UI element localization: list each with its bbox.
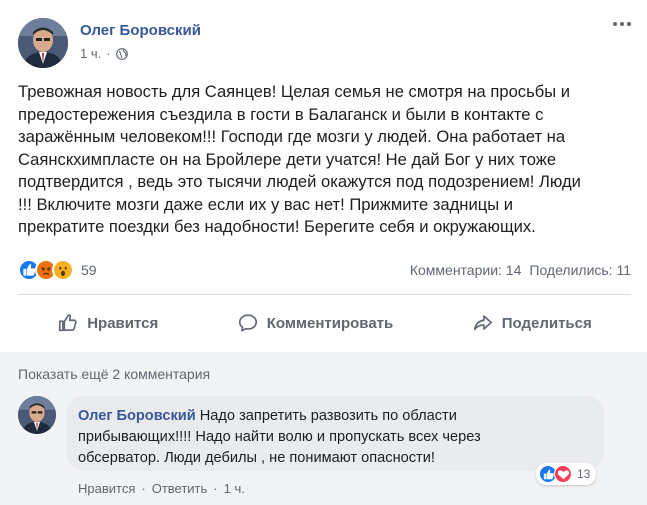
wow-reaction-icon [52, 259, 74, 281]
comments-count-link[interactable]: Комментарии: 14 [410, 262, 522, 278]
reaction-count: 59 [81, 262, 97, 278]
comment-line: Олег Боровский Надо запретить развозить … [78, 406, 592, 427]
shares-count-link[interactable]: Поделились: 11 [529, 262, 631, 278]
avatar-image [18, 396, 56, 434]
post-time[interactable]: 1 ч. [80, 46, 101, 61]
separator-dot: · [213, 481, 218, 496]
show-more-comments-link[interactable]: Показать ещё 2 комментария [18, 366, 210, 382]
comment-line: прибывающих!!!! Надо найти волю и пропус… [78, 429, 481, 445]
post-meta: 1 ч. · [80, 46, 128, 61]
comment-time[interactable]: 1 ч. [224, 481, 245, 496]
post-text-line: подтвердится , ведь это тысячи людей ока… [18, 172, 581, 191]
post-text-line: прекратите поездки без надобности! Берег… [18, 217, 536, 236]
engagement-counts: Комментарии: 14 Поделились: 11 [410, 262, 631, 278]
post-text-line: Тревожная новость для Саянцев! Целая сем… [18, 82, 571, 101]
facebook-post: Олег Боровский 1 ч. · Тревожная новость … [0, 0, 647, 505]
commenter-avatar[interactable] [18, 396, 56, 434]
comment-bubble: Олег Боровский Надо запретить развозить … [66, 396, 604, 471]
share-button[interactable]: Поделиться [460, 304, 604, 342]
post-options-icon[interactable] [613, 22, 631, 26]
post-actions: Нравится Комментировать Поделиться [18, 298, 631, 348]
like-button-label: Нравится [87, 314, 159, 332]
comment-author-name[interactable]: Олег Боровский [78, 408, 196, 424]
comment-reactions[interactable]: 13 [536, 463, 597, 485]
post-body: Тревожная новость для Саянцев! Целая сем… [18, 81, 633, 239]
comments-section: Показать ещё 2 комментария Олег Боровски… [0, 352, 647, 505]
share-button-label: Поделиться [501, 314, 592, 332]
post-author-name[interactable]: Олег Боровский [80, 22, 201, 39]
comment-reply-link[interactable]: Ответить [152, 481, 208, 496]
share-arrow-icon [473, 315, 492, 331]
love-reaction-icon [554, 465, 572, 483]
post-reactions[interactable]: 59 [18, 259, 97, 281]
comment-like-link[interactable]: Нравится [78, 481, 135, 496]
comment-reaction-count: 13 [577, 467, 591, 481]
post-text-line: предостережения съездила в гости в Балаг… [18, 104, 544, 124]
comment-button[interactable]: Комментировать [225, 304, 406, 342]
comment-actions: Нравится · Ответить · 1 ч. [78, 481, 245, 496]
post-text-line: !!! Включите мозги даже если их у вас не… [18, 194, 514, 214]
divider [18, 294, 631, 295]
avatar-image [18, 18, 68, 68]
globe-icon [115, 47, 128, 60]
like-button[interactable]: Нравится [45, 304, 170, 342]
comment-line: обсерватор. Люди дебилы , не понимают оп… [78, 450, 435, 466]
comment-icon [238, 314, 257, 332]
thumbs-up-icon [59, 314, 77, 332]
comment-text: Надо запретить развозить по области [199, 408, 457, 424]
comment-button-label: Комментировать [266, 314, 394, 332]
separator-dot: · [141, 481, 146, 496]
post-text-line: Саянскхимпласте он на Бройлере дети учат… [18, 149, 557, 169]
post-text-line: заражённым человеком!!! Господи где мозг… [18, 127, 566, 146]
author-avatar[interactable] [18, 18, 68, 68]
